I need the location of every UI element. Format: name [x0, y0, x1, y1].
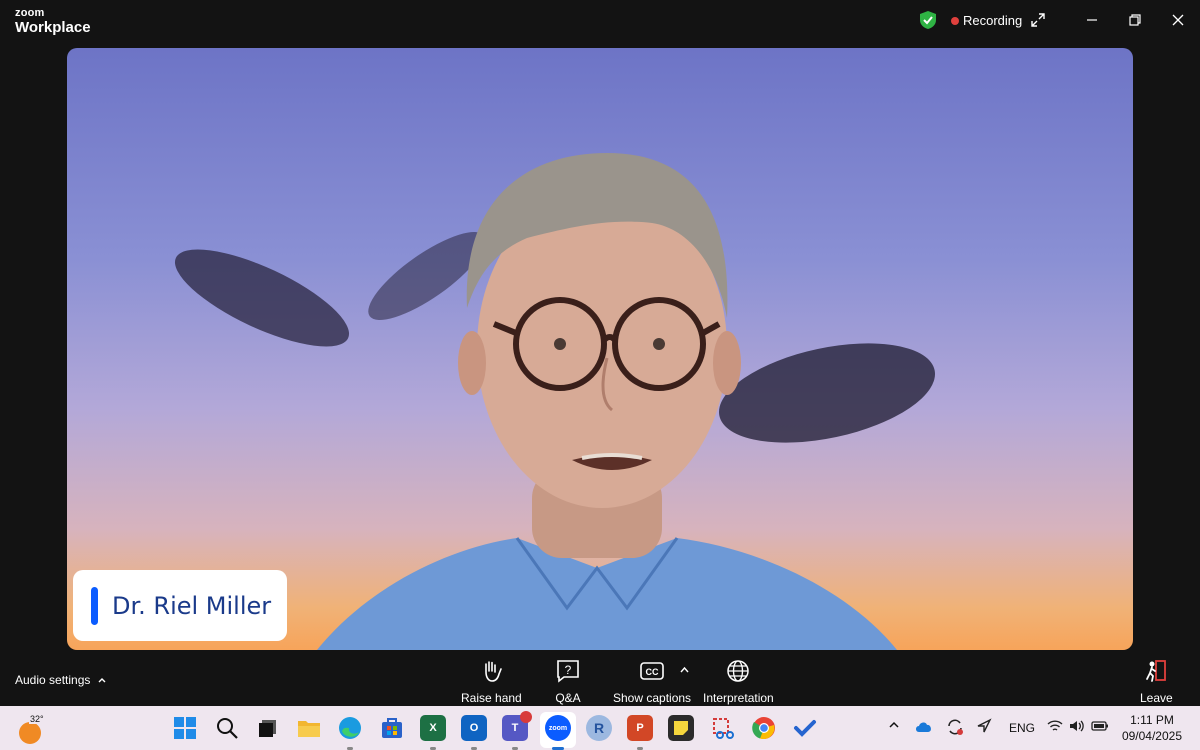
leave-label: Leave — [1140, 691, 1173, 705]
battery-icon — [1091, 721, 1108, 731]
leave-icon — [1146, 660, 1167, 682]
outlook-icon: O — [469, 722, 479, 734]
video-tile[interactable]: Dr. Riel Miller — [67, 48, 1133, 650]
chrome-button[interactable] — [751, 715, 777, 741]
speaker-indicator — [91, 586, 98, 625]
onedrive-button[interactable] — [915, 721, 933, 736]
quick-settings-button[interactable] — [1047, 719, 1109, 733]
chevron-up-icon — [98, 678, 106, 683]
r-button[interactable]: R — [586, 715, 612, 741]
weather-widget[interactable]: 32° — [19, 714, 45, 744]
fullscreen-button[interactable] — [1026, 8, 1050, 32]
bird-flock-right — [718, 343, 936, 443]
close-icon — [1172, 14, 1184, 26]
weather-temperature: 32° — [29, 714, 45, 724]
system-clock[interactable]: 1:11 PM 09/04/2025 — [1122, 712, 1182, 744]
svg-text:?: ? — [565, 663, 572, 677]
leave-button[interactable]: Leave — [1140, 658, 1173, 705]
chevron-up-icon — [680, 666, 689, 673]
recording-label: Recording — [963, 13, 1023, 28]
globe-icon — [727, 660, 750, 682]
snipping-tool-button[interactable] — [710, 715, 736, 741]
cc-icon: CC — [640, 662, 664, 680]
windows-icon — [174, 717, 196, 739]
meeting-controls: Audio settings Raise hand ? Q&A CC Show … — [0, 650, 1200, 706]
language-indicator[interactable]: ENG — [1009, 721, 1035, 735]
sticky-notes-icon — [674, 721, 688, 735]
show-captions-label: Show captions — [613, 691, 692, 705]
search-button[interactable] — [214, 715, 240, 741]
store-button[interactable] — [379, 715, 405, 741]
qa-icon: ? — [557, 660, 579, 683]
hand-icon — [485, 661, 503, 682]
sync-icon — [948, 719, 963, 735]
svg-text:CC: CC — [646, 667, 659, 677]
chevron-up-icon — [889, 721, 899, 728]
logo-product: Workplace — [15, 19, 91, 36]
wifi-icon — [1047, 720, 1063, 731]
outlook-button[interactable]: O — [461, 715, 487, 741]
todo-button[interactable] — [792, 715, 818, 741]
audio-settings-button[interactable]: Audio settings — [15, 673, 106, 687]
raise-hand-label: Raise hand — [461, 691, 522, 705]
excel-icon: X — [429, 722, 437, 734]
zoom-icon: zoom — [548, 724, 568, 732]
excel-button[interactable]: X — [420, 715, 446, 741]
qa-button[interactable]: ? Q&A — [555, 658, 581, 705]
task-view-button[interactable] — [255, 715, 281, 741]
sticky-notes-button[interactable] — [668, 715, 694, 741]
participant-name: Dr. Riel Miller — [112, 591, 272, 620]
app-logo: zoom Workplace — [15, 7, 91, 36]
location-button[interactable] — [976, 718, 992, 737]
expand-icon — [1031, 13, 1045, 27]
powerpoint-icon: P — [636, 722, 644, 734]
title-bar: zoom Workplace Recording — [0, 0, 1200, 44]
folder-icon — [298, 721, 320, 737]
minimize-icon — [1087, 19, 1097, 21]
captions-options-button[interactable] — [680, 664, 689, 676]
start-button[interactable] — [172, 715, 198, 741]
sync-button[interactable] — [946, 718, 964, 739]
recording-indicator[interactable]: Recording — [951, 13, 1022, 28]
edge-icon — [339, 717, 361, 739]
close-button[interactable] — [1166, 8, 1190, 32]
bird-flock-left — [174, 249, 350, 347]
search-icon — [217, 718, 238, 739]
restore-icon — [1129, 14, 1141, 26]
todo-icon — [794, 720, 816, 737]
r-icon: R — [593, 720, 605, 736]
snipping-icon — [713, 718, 734, 739]
cloud-icon — [916, 722, 931, 732]
restore-button[interactable] — [1123, 8, 1147, 32]
location-arrow-icon — [977, 718, 992, 733]
notification-badge — [520, 711, 532, 723]
qa-label: Q&A — [555, 691, 581, 705]
logo-brand: zoom — [15, 7, 45, 19]
task-view-icon — [259, 720, 276, 737]
recording-dot-icon — [951, 16, 959, 25]
zoom-window: zoom Workplace Recording Dr. Riel Miller… — [0, 0, 1200, 750]
encryption-shield-icon[interactable] — [918, 10, 938, 30]
powerpoint-button[interactable]: P — [627, 715, 653, 741]
interpretation-button[interactable]: Interpretation — [703, 658, 774, 705]
minimize-button[interactable] — [1080, 8, 1104, 32]
tray-overflow-button[interactable] — [888, 719, 900, 734]
edge-button[interactable] — [337, 715, 363, 741]
audio-settings-label: Audio settings — [15, 673, 91, 687]
chrome-icon — [752, 717, 775, 740]
weather-sun-icon — [19, 722, 41, 744]
store-icon — [382, 718, 402, 738]
clock-date: 09/04/2025 — [1121, 729, 1182, 743]
windows-taskbar: 32° X O T zoom R P ENG 1:11 PM 09/04/202… — [0, 706, 1200, 750]
teams-icon: T — [511, 722, 519, 734]
volume-icon — [1070, 720, 1084, 732]
clock-time: 1:11 PM — [1130, 713, 1174, 727]
teams-button[interactable]: T — [502, 711, 532, 741]
raise-hand-button[interactable]: Raise hand — [461, 658, 522, 705]
participant-name-tag: Dr. Riel Miller — [73, 570, 287, 641]
participant-video — [174, 153, 936, 650]
zoom-app-button[interactable]: zoom — [545, 715, 571, 741]
interpretation-label: Interpretation — [703, 691, 774, 705]
file-explorer-button[interactable] — [296, 715, 322, 741]
